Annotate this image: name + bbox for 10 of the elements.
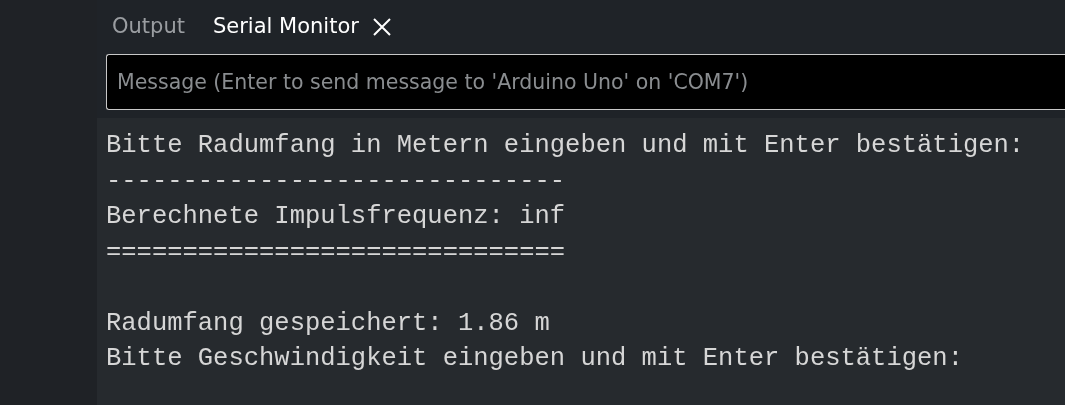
panel-tab[interactable]: Output <box>112 11 185 43</box>
message-field[interactable]: Message (Enter to send message to 'Arduino Uno' on 'COM7') <box>106 54 1065 110</box>
output-line: ============================== <box>106 236 566 269</box>
output-line: Bitte Radumfang in Metern eingeben und mit Enter bestätigen: <box>106 130 1025 162</box>
output-line: ------------------------------ <box>106 165 566 198</box>
output-line: Berechnete Impulsfrequenz: inf <box>106 201 566 233</box>
output-line: Radumfang gespeichert: 1.86 m <box>106 307 550 340</box>
panel-tab[interactable]: Serial Monitor <box>212 11 391 43</box>
close-icon[interactable] <box>372 18 391 36</box>
output-line: Bitte Geschwindigkeit eingeben und mit Enter bestätigen: <box>106 343 963 375</box>
